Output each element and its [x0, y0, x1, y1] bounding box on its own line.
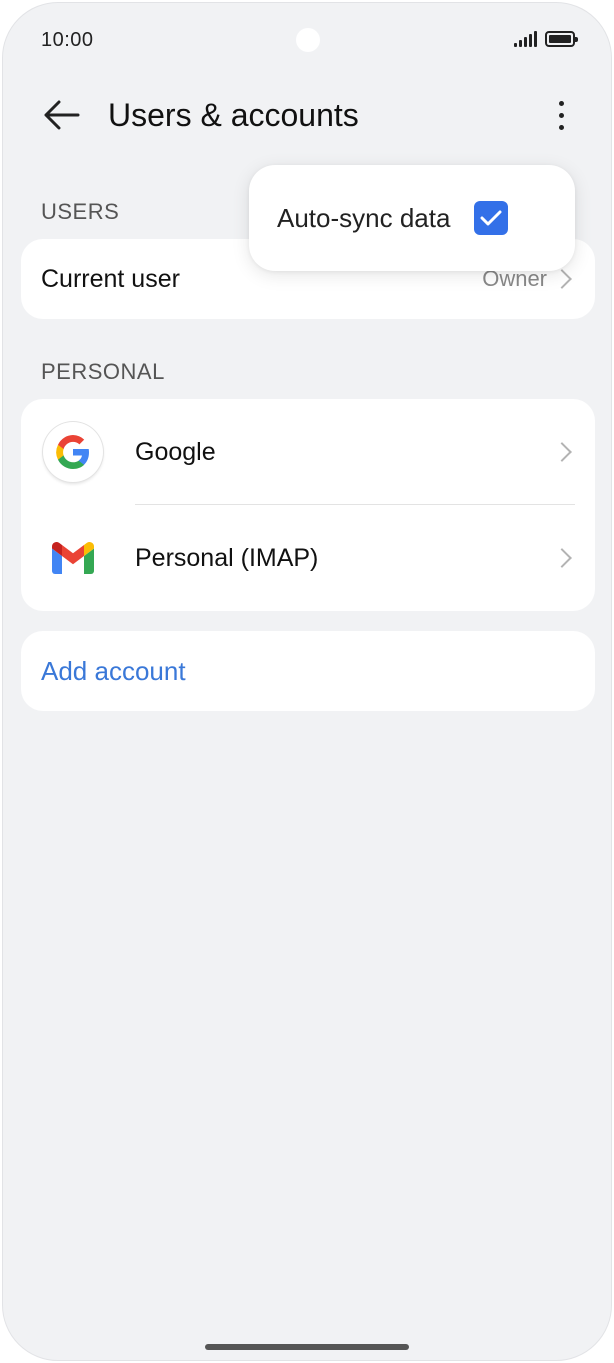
overflow-menu: Auto-sync data [249, 165, 575, 271]
arrow-left-icon [44, 100, 80, 130]
chevron-right-icon [552, 442, 572, 462]
add-account-link[interactable]: Add account [41, 656, 186, 687]
auto-sync-checkbox[interactable] [474, 201, 509, 235]
google-icon [43, 422, 103, 482]
account-row-imap[interactable]: Personal (IMAP) [21, 505, 595, 611]
section-label-users: USERS [41, 199, 120, 224]
add-account-card: Add account [21, 631, 595, 711]
account-label-google: Google [135, 437, 216, 466]
back-button[interactable] [37, 93, 85, 137]
page-title: Users & accounts [108, 97, 359, 133]
more-options-button[interactable] [537, 91, 585, 139]
personal-card: Google Personal (IMAP) [21, 399, 595, 611]
add-account-row[interactable]: Add account [21, 631, 595, 711]
home-indicator[interactable] [205, 1344, 409, 1350]
battery-icon [545, 31, 578, 47]
account-label-imap: Personal (IMAP) [135, 543, 319, 572]
gmail-icon [43, 528, 103, 588]
auto-sync-label[interactable]: Auto-sync data [277, 203, 450, 234]
chevron-right-icon [552, 269, 572, 289]
status-icons [514, 31, 578, 47]
status-time: 10:00 [41, 29, 94, 51]
checkmark-icon [480, 210, 502, 226]
camera-cutout [296, 28, 320, 52]
more-vert-icon [558, 100, 564, 106]
account-row-google[interactable]: Google [21, 399, 595, 505]
phone-screen: 10:00 Users & accounts USERS Current use… [2, 2, 612, 1361]
current-user-label: Current user [41, 264, 180, 293]
section-label-personal: PERSONAL [41, 359, 165, 384]
chevron-right-icon [552, 548, 572, 568]
signal-icon [514, 31, 537, 47]
